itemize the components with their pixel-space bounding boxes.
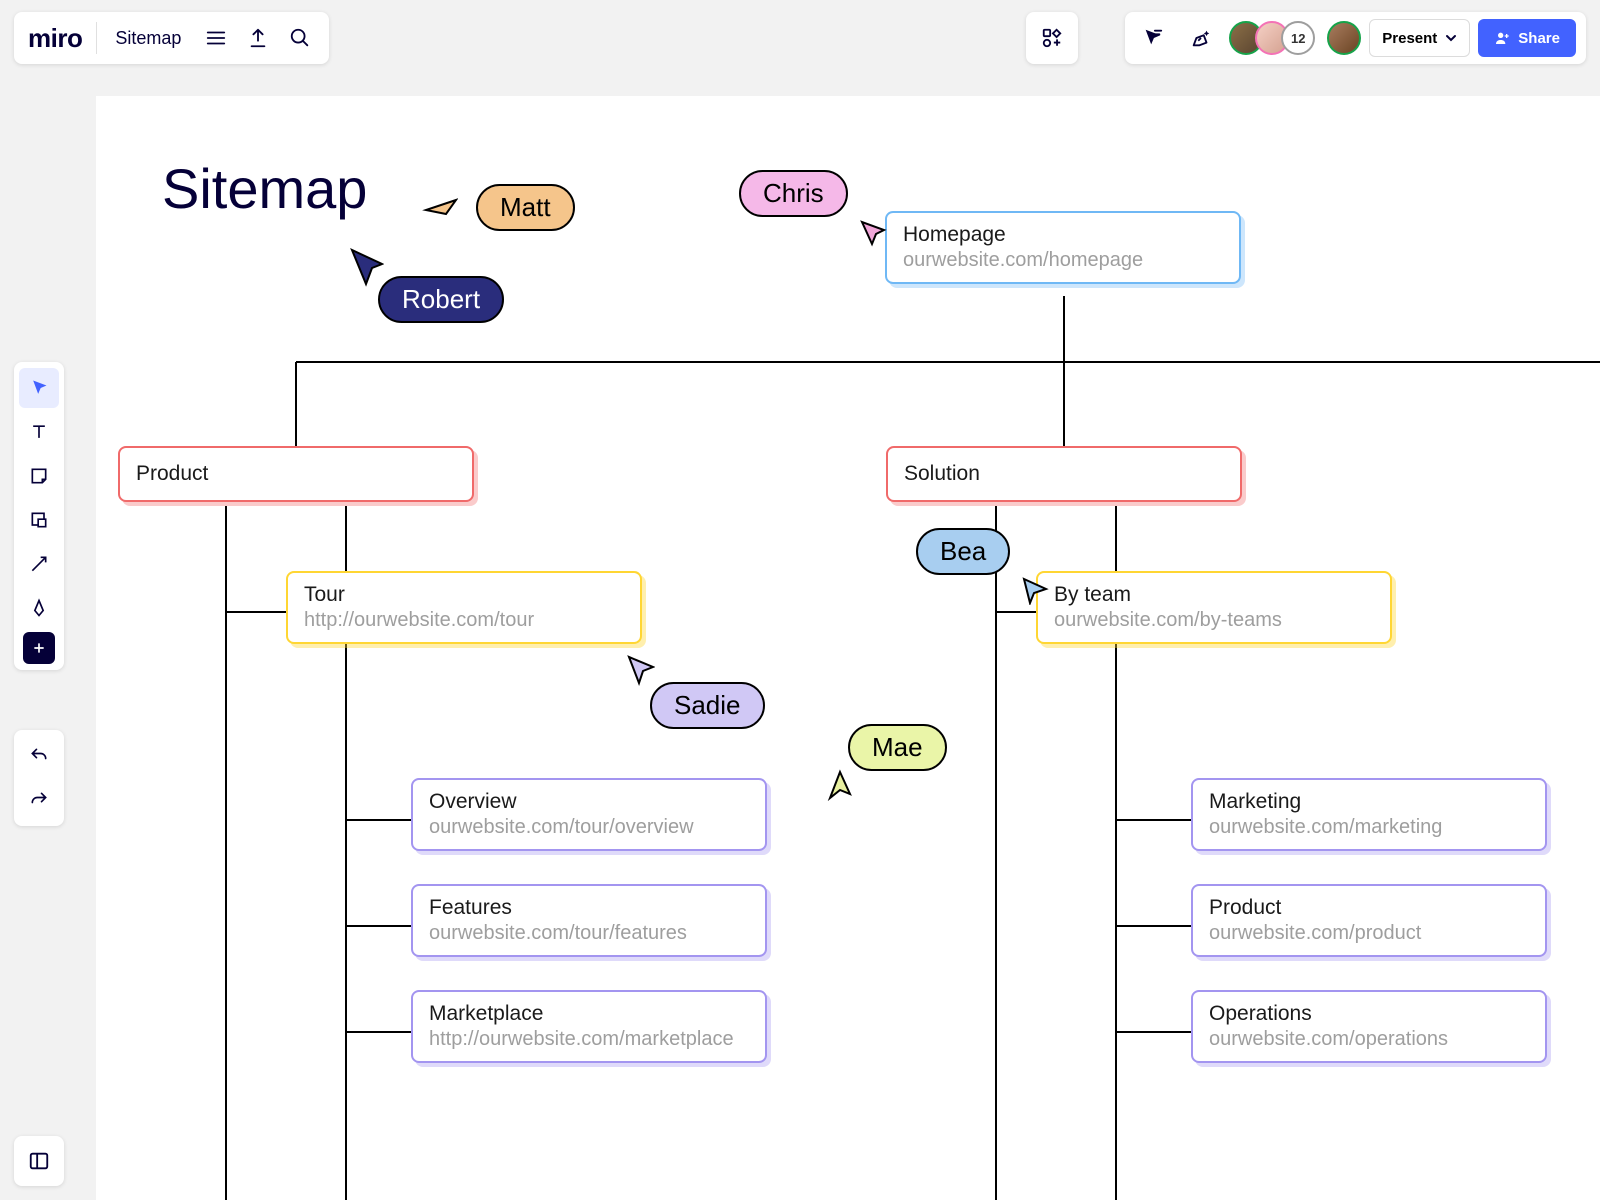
cursor-tag-robert: Robert: [378, 276, 504, 323]
node-url: ourwebsite.com/by-teams: [1054, 609, 1374, 632]
node-overview[interactable]: Overview ourwebsite.com/tour/overview: [411, 778, 767, 851]
panels-button[interactable]: [14, 1136, 64, 1186]
add-tool[interactable]: [23, 632, 55, 664]
menu-icon[interactable]: [195, 17, 237, 59]
share-label: Share: [1518, 30, 1560, 47]
share-button[interactable]: Share: [1478, 19, 1576, 57]
canvas[interactable]: Sitemap Homepage ourwebsite.com/homepage…: [96, 96, 1600, 1200]
node-title: Homepage: [903, 223, 1223, 247]
reactions-icon[interactable]: [1181, 18, 1221, 58]
cursor-mode-icon[interactable]: [1133, 18, 1173, 58]
chevron-down-icon: [1445, 32, 1457, 44]
cursor-icon: [826, 768, 854, 804]
node-url: http://ourwebsite.com/tour: [304, 609, 624, 632]
select-tool[interactable]: [19, 368, 59, 408]
cursor-icon: [625, 653, 655, 687]
shape-tool[interactable]: [19, 500, 59, 540]
search-icon[interactable]: [279, 17, 321, 59]
present-label: Present: [1382, 30, 1437, 47]
divider: [96, 22, 97, 54]
node-url: ourwebsite.com/operations: [1209, 1028, 1529, 1051]
node-url: ourwebsite.com/marketing: [1209, 816, 1529, 839]
node-url: ourwebsite.com/homepage: [903, 249, 1223, 272]
node-url: ourwebsite.com/product: [1209, 922, 1529, 945]
board-name[interactable]: Sitemap: [101, 28, 195, 49]
node-solution[interactable]: Solution: [886, 446, 1242, 502]
cursor-tag-mae: Mae: [848, 724, 947, 771]
node-url: ourwebsite.com/tour/overview: [429, 816, 749, 839]
cursor-tag-sadie: Sadie: [650, 682, 765, 729]
node-tour[interactable]: Tour http://ourwebsite.com/tour: [286, 571, 642, 644]
node-byteam[interactable]: By team ourwebsite.com/by-teams: [1036, 571, 1392, 644]
left-toolbar: [14, 362, 64, 670]
node-title: Product: [1209, 896, 1529, 920]
node-product[interactable]: Product: [118, 446, 474, 502]
export-icon[interactable]: [237, 17, 279, 59]
node-title: Marketplace: [429, 1002, 749, 1026]
node-marketing[interactable]: Marketing ourwebsite.com/marketing: [1191, 778, 1547, 851]
node-title: Tour: [304, 583, 624, 607]
cursor-tag-bea: Bea: [916, 528, 1010, 575]
undo-redo-toolbar: [14, 730, 64, 826]
cursor-icon: [348, 246, 384, 288]
node-homepage[interactable]: Homepage ourwebsite.com/homepage: [885, 211, 1241, 284]
cursor-icon: [422, 196, 458, 226]
cursor-icon: [1020, 575, 1050, 605]
pen-tool[interactable]: [19, 588, 59, 628]
node-title: Operations: [1209, 1002, 1529, 1026]
topbar-left: miro Sitemap: [14, 12, 329, 64]
collaborator-avatars[interactable]: 12: [1229, 21, 1315, 55]
node-title: Overview: [429, 790, 749, 814]
node-title: Solution: [904, 462, 1224, 486]
avatar-overflow-count[interactable]: 12: [1281, 21, 1315, 55]
node-title: By team: [1054, 583, 1374, 607]
undo-button[interactable]: [19, 736, 59, 776]
user-add-icon: [1494, 30, 1510, 46]
node-marketplace[interactable]: Marketplace http://ourwebsite.com/market…: [411, 990, 767, 1063]
node-product-page[interactable]: Product ourwebsite.com/product: [1191, 884, 1547, 957]
sticky-note-tool[interactable]: [19, 456, 59, 496]
cursor-icon: [858, 218, 888, 248]
cursor-tag-matt: Matt: [476, 184, 575, 231]
app-logo[interactable]: miro: [28, 23, 82, 54]
node-operations[interactable]: Operations ourwebsite.com/operations: [1191, 990, 1547, 1063]
text-tool[interactable]: [19, 412, 59, 452]
node-title: Marketing: [1209, 790, 1529, 814]
topbar-right: 12 Present Share: [1125, 12, 1586, 64]
connector-tool[interactable]: [19, 544, 59, 584]
node-title: Features: [429, 896, 749, 920]
node-url: ourwebsite.com/tour/features: [429, 922, 749, 945]
avatar-self[interactable]: [1327, 21, 1361, 55]
cursor-tag-chris: Chris: [739, 170, 848, 217]
node-title: Product: [136, 462, 456, 486]
redo-button[interactable]: [19, 780, 59, 820]
node-features[interactable]: Features ourwebsite.com/tour/features: [411, 884, 767, 957]
present-button[interactable]: Present: [1369, 19, 1470, 57]
node-url: http://ourwebsite.com/marketplace: [429, 1028, 749, 1051]
apps-button[interactable]: [1026, 12, 1078, 64]
